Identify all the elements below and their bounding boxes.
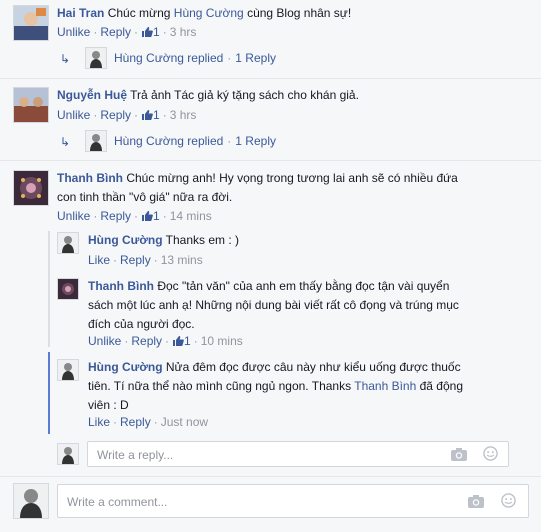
reply-author[interactable]: Thanh Bình	[88, 279, 154, 293]
unlike-link[interactable]: Unlike	[57, 25, 90, 39]
replies-summary[interactable]: Hùng Cường replied · 1 Reply	[114, 51, 276, 65]
reply-count[interactable]: 1 Reply	[235, 134, 276, 148]
comment-text-after: cùng Blog nhân sự!	[247, 6, 352, 20]
comment-body: Thanh Bình Chúc mừng anh! Hy vọng trong …	[57, 169, 527, 207]
comment-time[interactable]: 3 hrs	[170, 108, 197, 122]
reply-arrow-icon: ↳	[60, 52, 71, 66]
comment-text: Chúc mừng	[107, 6, 171, 20]
reply-body: Hùng Cường Nửa đêm đọc được câu này như …	[88, 358, 533, 415]
like-count[interactable]: 1	[153, 108, 160, 122]
reply-text-line1: Đọc "tản văn" của anh em thấy bằng đọc t…	[157, 279, 450, 293]
unlike-link[interactable]: Unlike	[57, 209, 90, 223]
unlike-link[interactable]: Unlike	[88, 334, 121, 348]
comment-time[interactable]: 14 mins	[170, 209, 212, 223]
divider	[0, 78, 541, 79]
like-link[interactable]: Like	[88, 253, 110, 267]
avatar-thanh-binh[interactable]	[13, 170, 49, 206]
thumbs-up-icon	[141, 109, 153, 124]
reply-link[interactable]: Reply	[100, 209, 131, 223]
avatar-thanh-binh[interactable]	[57, 278, 79, 300]
camera-icon[interactable]	[468, 494, 484, 511]
divider	[0, 160, 541, 161]
comment-body: Nguyễn Huệ Trả ảnh Tác giả ký tặng sách …	[57, 86, 527, 105]
avatar-hung-cuong[interactable]	[85, 47, 107, 69]
like-count[interactable]: 1	[153, 25, 160, 39]
reply-link[interactable]: Reply	[100, 25, 131, 39]
avatar-hai-tran[interactable]	[13, 5, 49, 41]
comment-time[interactable]: 3 hrs	[170, 25, 197, 39]
reply-time[interactable]: 13 mins	[161, 253, 203, 267]
reply-count[interactable]: 1 Reply	[235, 51, 276, 65]
avatar-current-user	[13, 483, 49, 519]
camera-icon[interactable]	[451, 447, 467, 464]
reply-link[interactable]: Reply	[100, 108, 131, 122]
comment-body: Hai Tran Chúc mừng Hùng Cường cùng Blog …	[57, 4, 527, 23]
avatar-hung-cuong[interactable]	[85, 130, 107, 152]
replied-by[interactable]: Hùng Cường replied	[114, 51, 223, 65]
mention-link[interactable]: Hùng Cường	[174, 6, 244, 20]
thread-line-active	[48, 352, 50, 434]
reply-actions: Like · Reply · Just now	[88, 415, 209, 429]
avatar-current-user	[57, 443, 79, 465]
thumbs-up-icon	[172, 335, 184, 350]
comment-text: Trả ảnh Tác giả ký tặng sách cho khán gi…	[130, 88, 359, 102]
divider	[0, 476, 541, 477]
thumbs-up-icon	[141, 26, 153, 41]
reply-text-line3: đích của người đọc.	[88, 317, 195, 331]
replied-by[interactable]: Hùng Cường replied	[114, 134, 223, 148]
comment-input[interactable]	[65, 485, 398, 519]
reply-text-line1: Nửa đêm đọc được câu này như kiểu uống đ…	[165, 360, 461, 374]
comment-text-line2: con tinh thần "vô giá" nữa ra đời.	[57, 190, 233, 204]
avatar-hung-cuong[interactable]	[57, 359, 79, 381]
reply-author[interactable]: Hùng Cường	[88, 360, 163, 374]
avatar-nguyen-hue[interactable]	[13, 87, 49, 123]
reply-text-line3: viên : D	[88, 398, 129, 412]
thread-line	[48, 231, 50, 347]
comment-actions: Unlike · Reply · 1 · 3 hrs	[57, 108, 197, 124]
reply-body: Thanh Bình Đọc "tản văn" của anh em thấy…	[88, 277, 533, 334]
reply-arrow-icon: ↳	[60, 135, 71, 149]
reply-input-box[interactable]	[87, 441, 509, 468]
mention-link[interactable]: Thanh Bình	[354, 379, 416, 393]
reply-link[interactable]: Reply	[131, 334, 162, 348]
reply-text: Thanks em : )	[165, 233, 240, 247]
comment-author[interactable]: Nguyễn Huệ	[57, 88, 127, 102]
emoji-icon[interactable]	[501, 493, 516, 511]
reply-actions: Unlike · Reply · 1 · 10 mins	[88, 334, 243, 350]
comment-actions: Unlike · Reply · 1 · 14 mins	[57, 209, 212, 225]
like-count[interactable]: 1	[153, 209, 160, 223]
reply-input[interactable]	[95, 442, 393, 468]
comment-input-box[interactable]	[57, 484, 529, 519]
reply-time[interactable]: Just now	[161, 415, 208, 429]
comment-actions: Unlike · Reply · 1 · 3 hrs	[57, 25, 197, 41]
like-link[interactable]: Like	[88, 415, 110, 429]
comment-author[interactable]: Thanh Bình	[57, 171, 123, 185]
thumbs-up-icon	[141, 210, 153, 225]
reply-text-line2: sách một lúc anh ạ! Những nội dung bài v…	[88, 298, 459, 312]
reply-link[interactable]: Reply	[120, 253, 151, 267]
like-count[interactable]: 1	[184, 334, 191, 348]
reply-time[interactable]: 10 mins	[201, 334, 243, 348]
emoji-icon[interactable]	[483, 446, 498, 464]
reply-actions: Like · Reply · 13 mins	[88, 253, 203, 267]
reply-author[interactable]: Hùng Cường	[88, 233, 163, 247]
replies-summary[interactable]: Hùng Cường replied · 1 Reply	[114, 134, 276, 148]
comment-text-line1: Chúc mừng anh! Hy vọng trong tương lai a…	[126, 171, 458, 185]
unlike-link[interactable]: Unlike	[57, 108, 90, 122]
comment-author[interactable]: Hai Tran	[57, 6, 104, 20]
reply-body: Hùng Cường Thanks em : )	[88, 231, 528, 250]
reply-text-line2b: đã động	[419, 379, 464, 393]
avatar-hung-cuong[interactable]	[57, 232, 79, 254]
reply-link[interactable]: Reply	[120, 415, 151, 429]
reply-text-line2a: tiên. Tí nữa thể nào mình cũng ngủ ngon.…	[88, 379, 352, 393]
